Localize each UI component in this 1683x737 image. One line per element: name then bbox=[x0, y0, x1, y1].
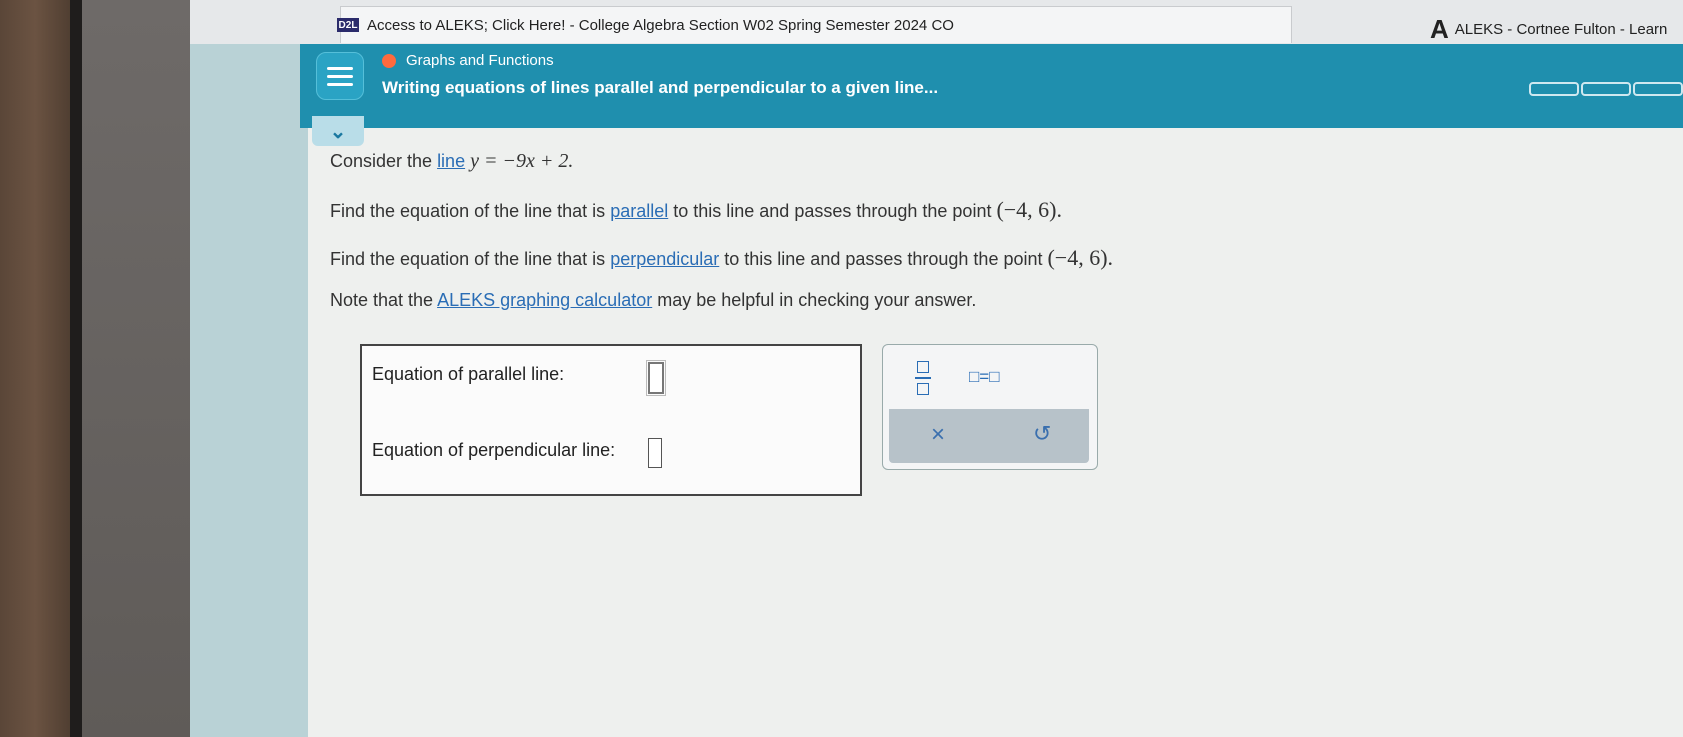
progress-indicator bbox=[1529, 82, 1683, 96]
text: Find the equation of the line that is bbox=[330, 201, 611, 221]
problem-line-3: Find the equation of the line that is pe… bbox=[330, 245, 1113, 271]
aleks-header: Graphs and Functions Writing equations o… bbox=[300, 44, 1683, 128]
perpendicular-link[interactable]: perpendicular bbox=[610, 249, 719, 269]
progress-segment bbox=[1581, 82, 1631, 96]
progress-segment bbox=[1633, 82, 1683, 96]
text: to this line and passes through the poin… bbox=[668, 201, 997, 221]
problem-line-1: Consider the line y = −9x + 2. bbox=[330, 150, 573, 173]
browser-tab-bar: D2L Access to ALEKS; Click Here! - Colle… bbox=[190, 0, 1683, 44]
topic-text: Graphs and Functions bbox=[406, 52, 554, 69]
graphing-calculator-link[interactable]: ALEKS graphing calculator bbox=[437, 290, 652, 310]
collapse-button[interactable]: ⌄ bbox=[312, 116, 364, 146]
browser-tab-aleks[interactable]: A ALEKS - Cortnee Fulton - Learn bbox=[1430, 14, 1667, 45]
perpendicular-label: Equation of perpendicular line: bbox=[372, 440, 616, 460]
problem-line-4: Note that the ALEKS graphing calculator … bbox=[330, 290, 976, 311]
line-link[interactable]: line bbox=[437, 151, 465, 171]
point: (−4, 6). bbox=[996, 197, 1063, 222]
lesson-title: Writing equations of lines parallel and … bbox=[382, 78, 939, 97]
parallel-label: Equation of parallel line: bbox=[372, 364, 565, 384]
text: may be helpful in checking your answer. bbox=[652, 290, 977, 310]
monitor-bezel bbox=[0, 0, 78, 737]
math-palette: □=□ × ↺ bbox=[882, 344, 1098, 470]
screen: D2L Access to ALEKS; Click Here! - Colle… bbox=[190, 0, 1683, 737]
parallel-answer-input[interactable] bbox=[646, 360, 666, 396]
line-equation: y = −9x + 2. bbox=[470, 150, 574, 172]
side-panel bbox=[82, 0, 200, 737]
chevron-down-icon: ⌄ bbox=[329, 120, 347, 143]
parallel-link[interactable]: parallel bbox=[610, 201, 668, 221]
fraction-denominator-icon bbox=[917, 383, 929, 395]
text: Find the equation of the line that is bbox=[330, 249, 611, 269]
menu-button[interactable] bbox=[316, 52, 364, 100]
perpendicular-answer-input[interactable] bbox=[648, 438, 662, 468]
palette-actions: × ↺ bbox=[889, 409, 1089, 463]
browser-tab-active[interactable]: D2L Access to ALEKS; Click Here! - Colle… bbox=[337, 6, 1292, 43]
text: to this line and passes through the poin… bbox=[719, 249, 1048, 269]
problem-line-2: Find the equation of the line that is pa… bbox=[330, 197, 1062, 223]
monitor-edge bbox=[70, 0, 82, 737]
text: Note that the bbox=[330, 290, 438, 310]
left-strip bbox=[190, 0, 308, 737]
fraction-button[interactable] bbox=[913, 361, 933, 395]
clear-icon[interactable]: × bbox=[931, 421, 945, 449]
tab-title-aleks: ALEKS - Cortnee Fulton - Learn bbox=[1454, 21, 1668, 38]
hamburger-icon bbox=[327, 66, 353, 70]
d2l-favicon-icon: D2L bbox=[337, 18, 359, 32]
topic-status-dot bbox=[382, 53, 396, 68]
aleks-logo-icon: A bbox=[1430, 14, 1449, 44]
point: (−4, 6). bbox=[1047, 245, 1114, 270]
fraction-numerator-icon bbox=[917, 361, 929, 373]
fraction-bar-icon bbox=[915, 377, 931, 379]
topic-label: Graphs and Functions bbox=[382, 52, 554, 69]
tab-title: Access to ALEKS; Click Here! - College A… bbox=[367, 16, 954, 34]
answer-box: Equation of parallel line: Equation of p… bbox=[360, 344, 862, 496]
undo-icon[interactable]: ↺ bbox=[1033, 421, 1051, 447]
equation-button[interactable]: □=□ bbox=[969, 367, 999, 387]
progress-segment bbox=[1529, 82, 1579, 96]
text: Consider the bbox=[330, 151, 438, 171]
